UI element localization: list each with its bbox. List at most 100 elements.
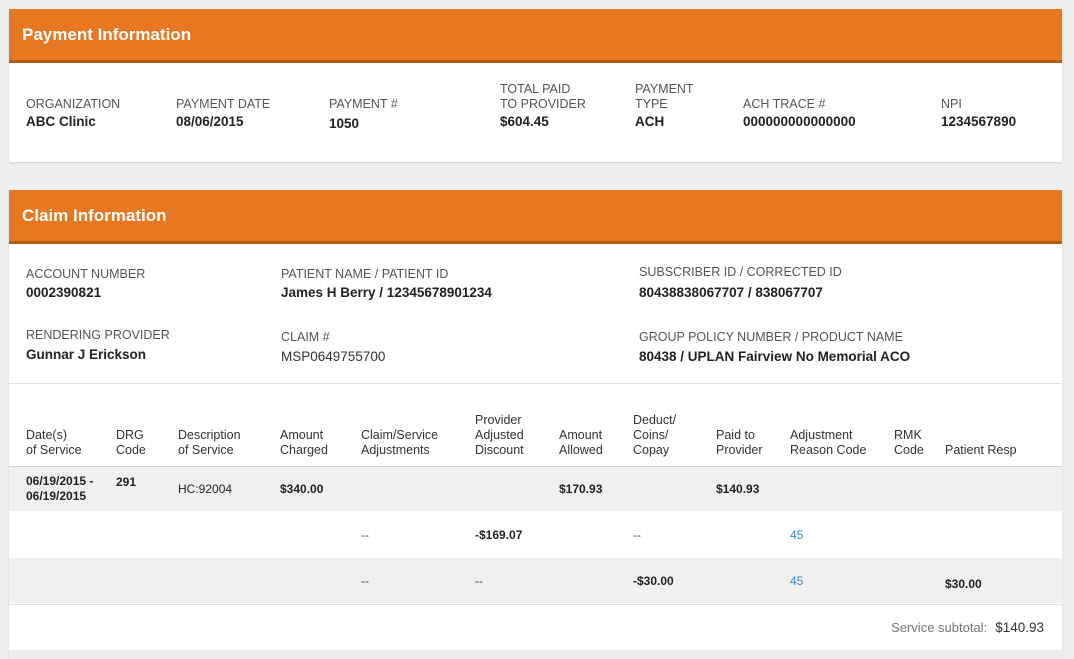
rendering-provider-label: RENDERING PROVIDER: [26, 328, 170, 342]
header-adjustments-line1: Claim/Service: [361, 427, 439, 442]
header-description-line2: of Service: [178, 442, 234, 457]
table-row: -- -- -$30.00 45 $30.00: [9, 558, 1062, 603]
payment-date-value: 08/06/2015: [176, 114, 244, 129]
header-dates-line1: Date(s): [26, 427, 67, 442]
header-paid-line2: Provider: [716, 442, 763, 457]
header-charged-line2: Charged: [280, 442, 328, 457]
claim-divider: [9, 383, 1062, 384]
payment-information-title: Payment Information: [22, 24, 192, 44]
adjustments-value: --: [361, 573, 369, 588]
header-rmk-code: RMK Code: [890, 405, 941, 467]
cell-charged: [276, 558, 357, 603]
claim-information-title: Claim Information: [22, 205, 167, 225]
claim-information-header: Claim Information: [9, 190, 1062, 244]
adjustments-value: --: [361, 527, 369, 542]
header-discount-line1: Provider: [475, 412, 522, 427]
header-deduct-line3: Copay: [633, 442, 670, 457]
cell-dates-line1: 06/19/2015 -: [26, 473, 94, 488]
header-dates: Date(s) of Service: [9, 405, 112, 467]
cell-discount: --: [471, 558, 555, 603]
payment-type-label-line2: TYPE: [635, 97, 668, 111]
cell-deduct: -$30.00: [629, 558, 712, 603]
header-deduct-coins-copay: Deduct/ Coins/ Copay: [629, 405, 712, 467]
header-amount-charged: Amount Charged: [276, 405, 357, 467]
cell-dates: [9, 558, 112, 603]
header-adjustment-reason-code: Adjustment Reason Code: [786, 405, 890, 467]
cell-drg: [112, 511, 174, 558]
cell-reason: 45: [786, 558, 890, 603]
account-number-label: ACCOUNT NUMBER: [26, 267, 146, 281]
organization-field: ORGANIZATION ABC Clinic: [26, 97, 120, 129]
reason-code-link[interactable]: 45: [790, 528, 803, 542]
payment-number-value: 1050: [329, 116, 360, 131]
ach-trace-label: ACH TRACE #: [743, 97, 826, 111]
ach-trace-field: ACH TRACE # 000000000000000: [743, 97, 856, 129]
table-row: -- -$169.07 -- 45: [9, 511, 1062, 558]
header-patient-resp-line1: Patient Resp: [945, 442, 1017, 457]
organization-value: ABC Clinic: [26, 114, 96, 129]
total-paid-field: TOTAL PAID TO PROVIDER $604.45: [500, 82, 586, 129]
rendering-provider-value: Gunnar J Erickson: [26, 347, 147, 362]
cell-patient-resp: $30.00: [941, 558, 1062, 603]
cell-adjustments: [357, 466, 471, 511]
payment-type-label-line1: PAYMENT: [635, 82, 694, 96]
service-subtotal-label: Service subtotal:: [891, 620, 988, 635]
cell-patient-resp: [941, 511, 1062, 558]
npi-field: NPI 1234567890: [941, 97, 1016, 129]
cell-patient-resp: [941, 466, 1062, 511]
panel-bottom-strip: [9, 650, 1062, 659]
header-paid-line1: Paid to: [716, 427, 755, 442]
header-drg-line2: Code: [116, 442, 146, 457]
claim-information-panel: Claim Information ACCOUNT NUMBER 0002390…: [9, 190, 1062, 659]
service-lines-table: Date(s) of Service DRG Code Description …: [9, 405, 1062, 603]
header-reason-line2: Reason Code: [790, 442, 867, 457]
patient-field: PATIENT NAME / PATIENT ID James H Berry …: [281, 267, 492, 300]
claim-number-label: CLAIM #: [281, 330, 330, 344]
cell-drg: [112, 558, 174, 603]
header-adjustments: Claim/Service Adjustments: [357, 405, 471, 467]
header-rmk-line1: RMK: [894, 427, 922, 442]
cell-charged: $340.00: [276, 466, 357, 511]
header-allowed-line1: Amount: [559, 427, 603, 442]
cell-paid: $140.93: [712, 466, 786, 511]
payment-date-label: PAYMENT DATE: [176, 97, 271, 111]
cell-dates-line2: 06/19/2015: [26, 488, 87, 503]
service-subtotal-row: Service subtotal: $140.93: [9, 604, 1062, 650]
payment-number-field: PAYMENT # 1050: [329, 97, 398, 131]
payment-information-panel: Payment Information ORGANIZATION ABC Cli…: [9, 9, 1062, 162]
header-paid-to-provider: Paid to Provider: [712, 405, 786, 467]
total-paid-label-line2: TO PROVIDER: [500, 97, 586, 111]
cell-charged: [276, 511, 357, 558]
table-row: 06/19/2015 - 06/19/2015 291 HC:92004 $34…: [9, 466, 1062, 511]
header-deduct-line1: Deduct/: [633, 412, 677, 427]
header-allowed-line2: Allowed: [559, 442, 603, 457]
deduct-value: --: [633, 527, 641, 542]
reason-code-link[interactable]: 45: [790, 574, 803, 588]
account-number-field: ACCOUNT NUMBER 0002390821: [26, 267, 145, 300]
cell-paid: [712, 511, 786, 558]
cell-rmk: [890, 511, 941, 558]
cell-adjustments: --: [357, 511, 471, 558]
header-drg: DRG Code: [112, 405, 174, 467]
cell-rmk: [890, 466, 941, 511]
header-reason-line1: Adjustment: [790, 427, 853, 442]
cell-reason: [786, 466, 890, 511]
table-header-row: Date(s) of Service DRG Code Description …: [9, 405, 1062, 467]
subscriber-field: SUBSCRIBER ID / CORRECTED ID 80438838067…: [639, 265, 842, 300]
cell-allowed: [555, 511, 629, 558]
cell-deduct: --: [629, 511, 712, 558]
cell-description: [174, 558, 276, 603]
header-adjustments-line2: Adjustments: [361, 442, 430, 457]
header-dates-line2: of Service: [26, 442, 82, 457]
ach-trace-value: 000000000000000: [743, 114, 856, 129]
group-policy-value: 80438 / UPLAN Fairview No Memorial ACO: [639, 349, 911, 364]
patient-value: James H Berry / 12345678901234: [281, 285, 492, 300]
total-paid-value: $604.45: [500, 114, 549, 129]
cell-paid: [712, 558, 786, 603]
group-policy-label: GROUP POLICY NUMBER / PRODUCT NAME: [639, 330, 903, 344]
claim-number-field: CLAIM # MSP0649755700: [281, 330, 385, 364]
payment-number-label: PAYMENT #: [329, 97, 398, 111]
cell-dates: 06/19/2015 - 06/19/2015: [9, 466, 112, 511]
cell-allowed: $170.93: [555, 466, 629, 511]
cell-description: HC:92004: [174, 466, 276, 511]
